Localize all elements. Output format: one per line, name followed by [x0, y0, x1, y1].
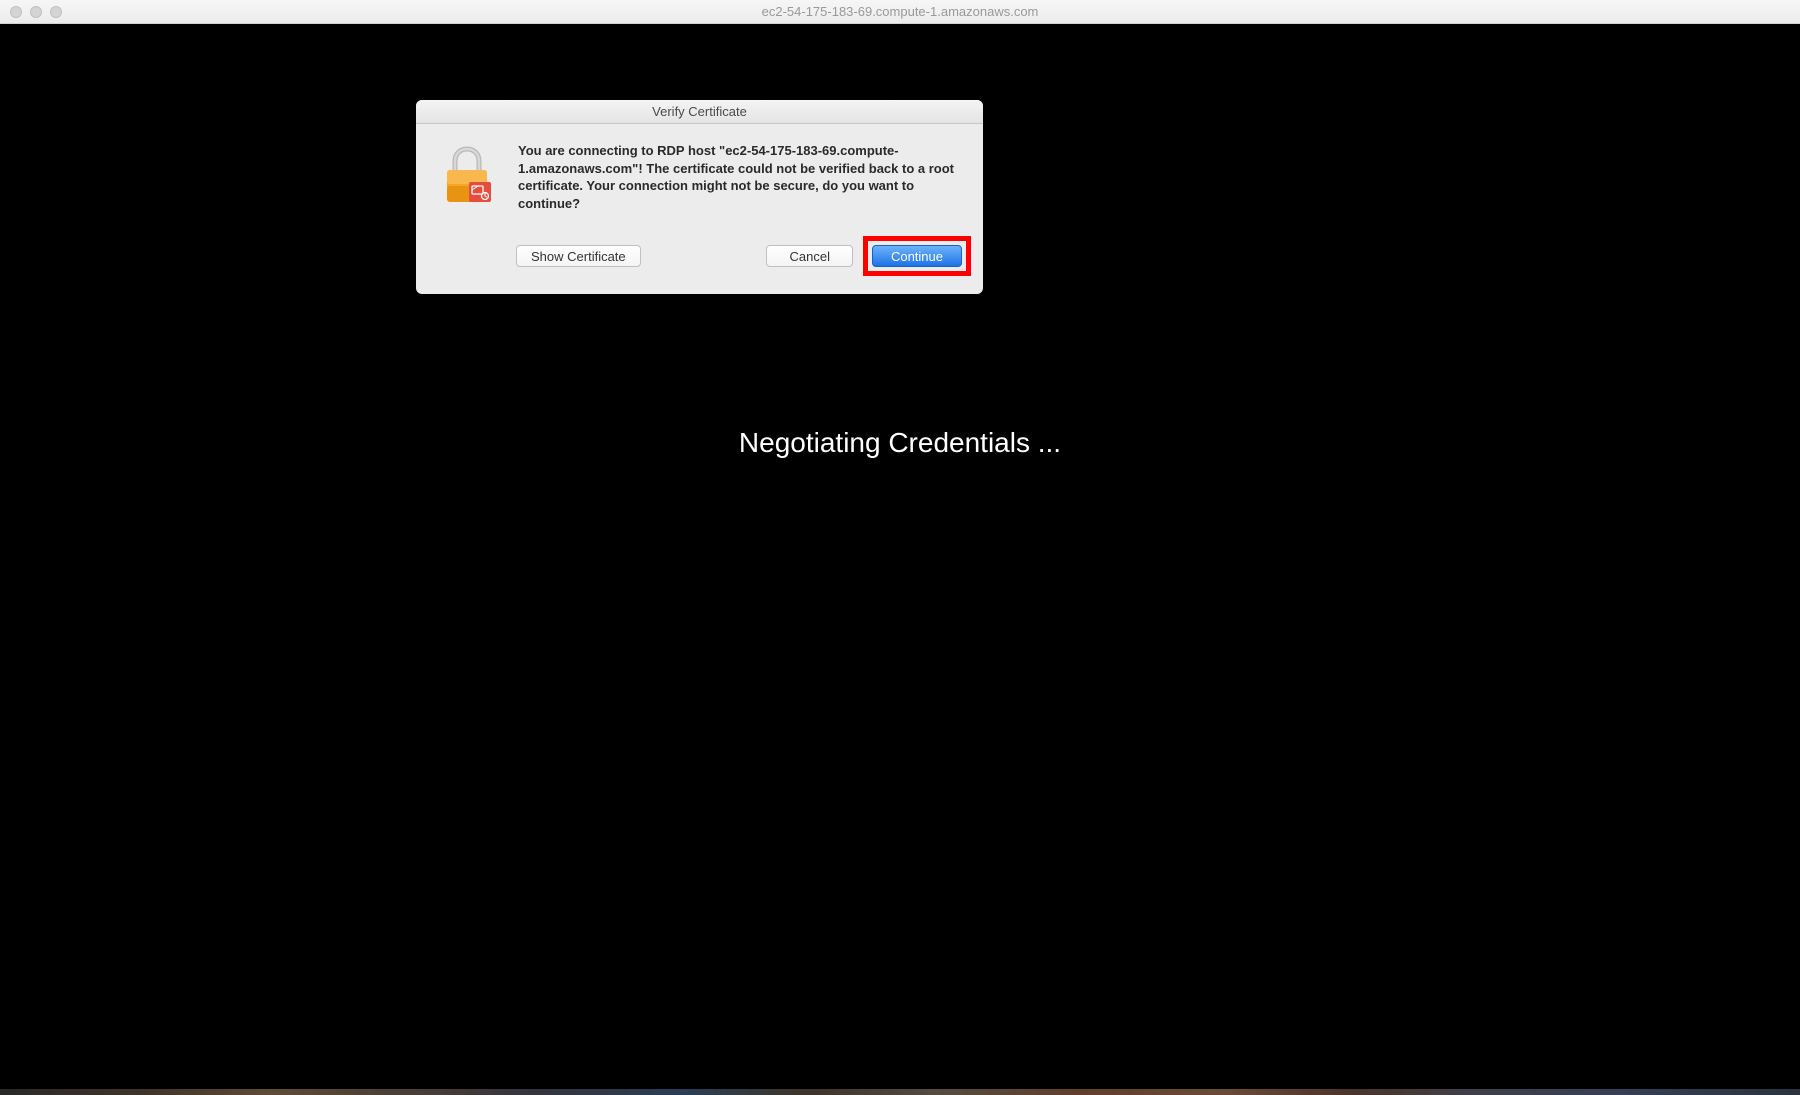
traffic-lights: [10, 6, 62, 18]
remote-session-area: Negotiating Credentials ... Verify Certi…: [0, 24, 1800, 1095]
dialog-title: Verify Certificate: [416, 100, 983, 124]
verify-certificate-dialog: Verify Certificate: [416, 100, 983, 294]
cancel-button[interactable]: Cancel: [766, 245, 852, 267]
dialog-message: You are connecting to RDP host "ec2-54-1…: [518, 142, 961, 212]
continue-button-highlight: Continue: [863, 236, 971, 276]
zoom-window-button[interactable]: [50, 6, 62, 18]
dialog-button-row: Show Certificate Cancel Continue: [416, 230, 983, 294]
lock-certificate-icon: [438, 142, 498, 212]
window-title-bar: ec2-54-175-183-69.compute-1.amazonaws.co…: [0, 0, 1800, 24]
close-window-button[interactable]: [10, 6, 22, 18]
continue-button[interactable]: Continue: [872, 245, 962, 267]
connection-status-text: Negotiating Credentials ...: [739, 427, 1061, 459]
dock-edge: [0, 1089, 1800, 1095]
show-certificate-button[interactable]: Show Certificate: [516, 245, 641, 267]
window-title: ec2-54-175-183-69.compute-1.amazonaws.co…: [762, 4, 1039, 19]
dialog-body: You are connecting to RDP host "ec2-54-1…: [416, 124, 983, 230]
minimize-window-button[interactable]: [30, 6, 42, 18]
